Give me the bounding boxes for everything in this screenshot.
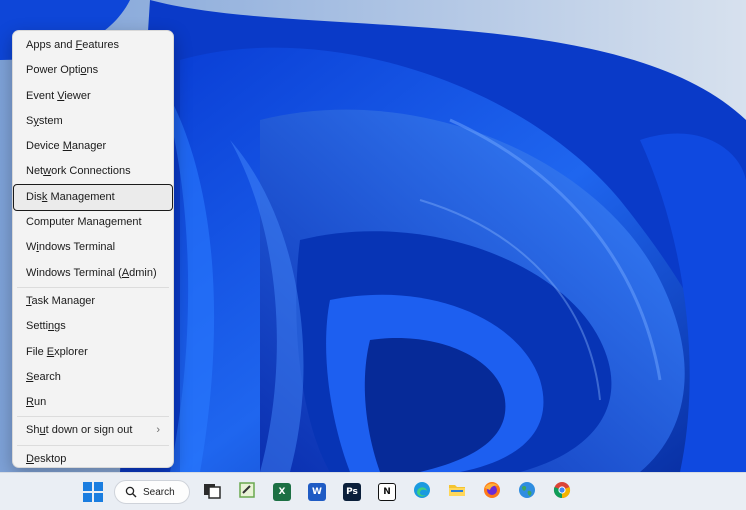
globe-app-icon (518, 481, 536, 504)
notion-icon: N (378, 483, 396, 501)
menu-item-desktop[interactable]: Desktop (14, 447, 172, 472)
menu-item-run[interactable]: Run (14, 390, 172, 415)
menu-item-windows-terminal[interactable]: Windows Terminal (14, 235, 172, 260)
photoshop-icon: Ps (343, 483, 361, 501)
menu-item-label: Task Manager (26, 294, 96, 307)
taskbar-app-photoshop[interactable]: Ps (341, 481, 363, 503)
menu-item-label: Apps and Features (26, 39, 119, 51)
taskbar: Search X W Ps N (0, 472, 746, 510)
menu-item-computer-management[interactable]: Computer Management (14, 210, 172, 235)
menu-item-label: Settings (26, 320, 66, 333)
menu-item-label: Power Options (26, 64, 99, 77)
menu-item-settings[interactable]: Settings (14, 314, 172, 339)
menu-item-apps-and-features[interactable]: Apps and Features (14, 33, 172, 58)
start-button[interactable] (82, 481, 104, 503)
taskbar-app-excel[interactable]: X (271, 481, 293, 503)
menu-item-system[interactable]: System (14, 109, 172, 134)
menu-item-label: Event Viewer (26, 89, 91, 102)
menu-item-network-connections[interactable]: Network Connections (14, 159, 172, 184)
menu-item-label: Search (26, 370, 61, 383)
menu-separator (17, 416, 169, 418)
notepad-icon (238, 481, 256, 504)
chevron-right-icon: › (156, 424, 160, 437)
taskbar-app-word[interactable]: W (306, 481, 328, 503)
menu-item-shut-down-or-sign-out[interactable]: Shut down or sign out › (14, 418, 172, 443)
menu-item-task-manager[interactable]: Task Manager (14, 289, 172, 314)
taskbar-app-firefox[interactable] (481, 481, 503, 503)
menu-item-event-viewer[interactable]: Event Viewer (14, 84, 172, 109)
edge-icon (413, 481, 431, 504)
menu-item-label: Network Connections (26, 165, 131, 178)
chrome-icon (553, 481, 571, 504)
taskbar-search-box[interactable]: Search (114, 480, 190, 504)
menu-item-label: Device Manager (26, 140, 107, 153)
menu-item-device-manager[interactable]: Device Manager (14, 134, 172, 159)
menu-item-label: Run (26, 396, 47, 409)
menu-item-label: Computer Management (26, 216, 142, 229)
taskbar-app-chrome[interactable] (551, 481, 573, 503)
menu-separator (17, 444, 169, 446)
taskbar-app-globe-app[interactable] (516, 481, 538, 503)
menu-item-label: Desktop (26, 452, 67, 465)
taskbar-app-notion[interactable]: N (376, 481, 398, 503)
menu-item-label: Disk Management (26, 190, 115, 203)
windows-logo-icon (83, 482, 103, 502)
taskbar-app-notepad[interactable] (236, 481, 258, 503)
taskbar-app-file-explorer[interactable] (446, 481, 468, 503)
menu-item-label: Shut down or sign out (26, 424, 133, 437)
taskbar-search-label: Search (143, 486, 175, 498)
menu-item-disk-management[interactable]: Disk Management (13, 183, 173, 212)
search-icon (125, 486, 137, 498)
word-icon: W (308, 483, 326, 501)
winx-context-menu: Apps and Features Power Options Event View… (12, 30, 174, 468)
menu-item-power-options[interactable]: Power Options (14, 58, 172, 83)
firefox-icon (483, 481, 501, 504)
task-view-icon (203, 481, 221, 504)
menu-item-label: File Explorer (26, 345, 88, 358)
taskbar-app-edge[interactable] (411, 481, 433, 503)
menu-item-label: Windows Terminal (26, 241, 116, 254)
excel-icon: X (273, 483, 291, 501)
menu-item-label: Windows Terminal (Admin) (26, 266, 157, 279)
menu-item-label: System (26, 114, 63, 127)
menu-item-search[interactable]: Search (14, 365, 172, 390)
file-explorer-icon (448, 481, 466, 504)
taskbar-app-task-view[interactable] (201, 481, 223, 503)
menu-item-windows-terminal-admin[interactable]: Windows Terminal (Admin) (14, 261, 172, 286)
menu-separator (17, 286, 169, 288)
menu-item-file-explorer[interactable]: File Explorer (14, 340, 172, 365)
